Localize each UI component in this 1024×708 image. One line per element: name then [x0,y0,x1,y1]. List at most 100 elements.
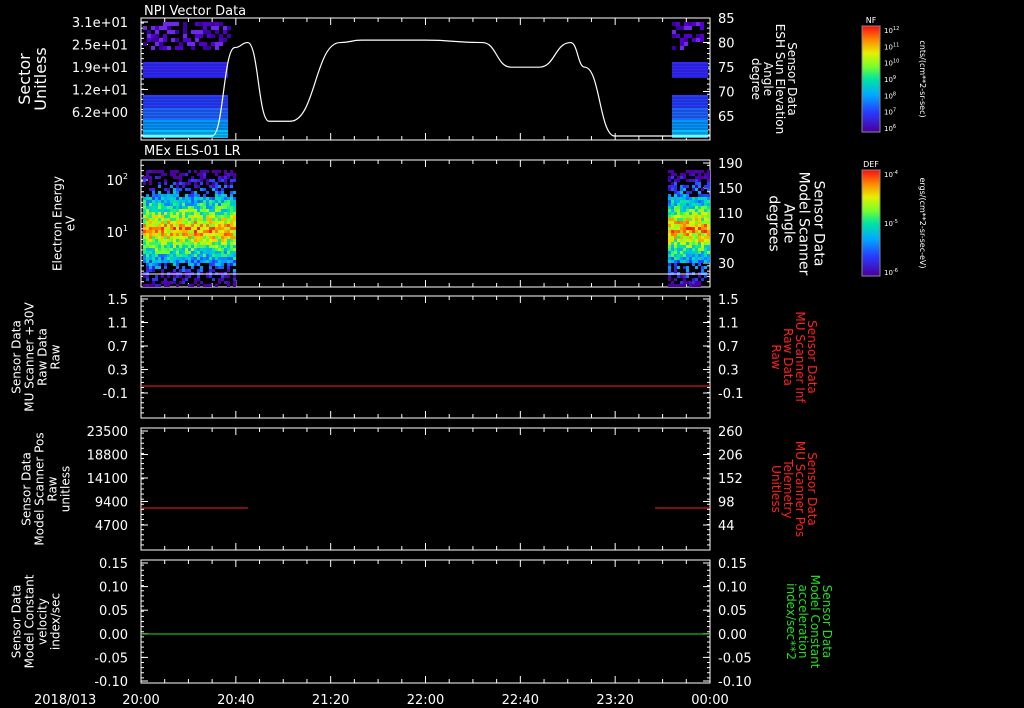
els-spectrogram-cell [182,239,185,242]
els-spectrogram-cell [158,194,161,197]
npi-spectrogram-cell [680,38,684,42]
els-spectrogram-cell [668,200,671,203]
els-spectrogram-cell [173,194,176,197]
els-spectrogram-cell [686,239,689,242]
els-spectrogram-cell [215,218,218,221]
els-spectrogram-cell [218,230,221,233]
els-spectrogram-cell [167,197,170,200]
els-spectrogram-cell [158,266,161,269]
els-spectrogram-cell [185,269,188,272]
npi-spectrogram-cell [215,22,219,26]
els-spectrogram-cell [152,242,155,245]
y-tick-label-right: 0.15 [718,557,747,572]
els-spectrogram-cell [674,233,677,236]
els-spectrogram-cell [686,251,689,254]
els-spectrogram-cell [701,218,704,221]
els-spectrogram-cell [209,233,212,236]
els-spectrogram-cell [176,266,179,269]
els-spectrogram-cell [671,185,674,188]
els-spectrogram-cell [155,248,158,251]
els-spectrogram-cell [695,221,698,224]
els-spectrogram-cell [179,224,182,227]
els-spectrogram-cell [179,182,182,185]
panel-frame-model [140,559,711,684]
els-spectrogram-cell [704,212,707,215]
els-spectrogram-cell [143,239,146,242]
els-spectrogram-cell [692,233,695,236]
els-spectrogram-cell [680,197,683,200]
els-spectrogram-cell [233,263,236,266]
els-spectrogram-cell [206,218,209,221]
els-spectrogram-cell [194,278,197,281]
npi-spectrogram-cell [692,22,696,26]
els-spectrogram-cell [689,212,692,215]
els-spectrogram-cell [179,242,182,245]
els-spectrogram-cell [179,281,182,284]
els-spectrogram-cell [209,257,212,260]
els-spectrogram-cell [149,215,152,218]
els-spectrogram-cell [179,215,182,218]
npi-spectrogram-cell [227,26,231,30]
els-spectrogram-cell [152,257,155,260]
els-spectrogram-cell [683,188,686,191]
els-spectrogram-cell [146,200,149,203]
els-spectrogram-cell [233,218,236,221]
els-spectrogram-cell [170,260,173,263]
els-spectrogram-cell [215,194,218,197]
els-spectrogram-cell [164,212,167,215]
els-spectrogram-cell [158,170,161,173]
els-spectrogram-cell [707,200,710,203]
els-spectrogram-cell [230,242,233,245]
els-spectrogram-cell [212,236,215,239]
els-spectrogram-cell [686,224,689,227]
els-spectrogram-cell [707,221,710,224]
els-spectrogram-cell [668,257,671,260]
els-spectrogram-cell [173,275,176,278]
els-spectrogram-cell [203,206,206,209]
els-spectrogram-cell [149,182,152,185]
els-spectrogram-cell [197,227,200,230]
els-spectrogram-cell [146,236,149,239]
els-spectrogram-cell [668,209,671,212]
els-spectrogram-cell [707,227,710,230]
els-spectrogram-cell [185,260,188,263]
els-spectrogram-cell [164,233,167,236]
els-spectrogram-cell [668,194,671,197]
els-spectrogram-cell [179,245,182,248]
els-spectrogram-cell [215,221,218,224]
els-spectrogram-cell [707,257,710,260]
els-spectrogram-cell [704,200,707,203]
npi-spectrogram-cell [147,38,151,42]
els-spectrogram-cell [200,227,203,230]
els-spectrogram-cell [668,233,671,236]
els-spectrogram-cell [185,275,188,278]
els-spectrogram-cell [677,197,680,200]
els-spectrogram-cell [227,245,230,248]
els-spectrogram-cell [230,173,233,176]
els-spectrogram-cell [683,251,686,254]
els-spectrogram-cell [218,179,221,182]
els-spectrogram-cell [212,233,215,236]
y-tick-label-right: 0.00 [718,628,747,643]
els-spectrogram-cell [671,209,674,212]
els-spectrogram-cell [698,197,701,200]
els-spectrogram-cell [179,239,182,242]
els-spectrogram-cell [233,275,236,278]
els-spectrogram-cell [209,206,212,209]
els-spectrogram-cell [683,233,686,236]
els-spectrogram-cell [221,218,224,221]
els-spectrogram-cell [218,260,221,263]
els-spectrogram-cell [704,197,707,200]
els-spectrogram-cell [155,194,158,197]
els-spectrogram-cell [146,176,149,179]
els-spectrogram-cell [218,212,221,215]
els-spectrogram-cell [692,242,695,245]
els-spectrogram-cell [200,254,203,257]
els-spectrogram-cell [203,284,206,287]
els-spectrogram-cell [695,233,698,236]
els-spectrogram-cell [221,197,224,200]
els-spectrogram-cell [692,281,695,284]
els-spectrogram-cell [164,227,167,230]
els-spectrogram-cell [695,182,698,185]
left-axis-label-scanner30v: Raw [49,344,63,369]
